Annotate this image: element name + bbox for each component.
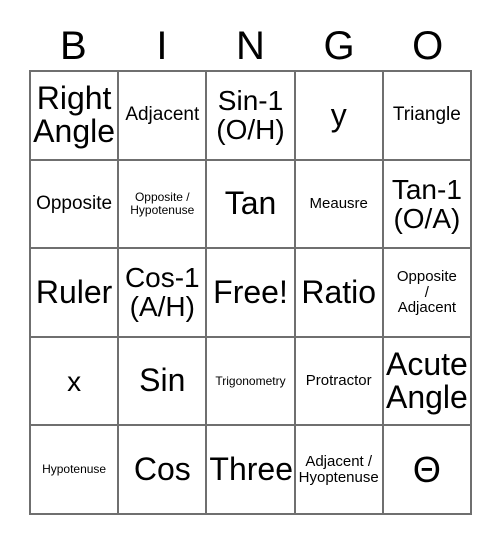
bingo-header-letter-b: B — [59, 24, 87, 68]
bingo-cell[interactable]: Tan-1 (O/A) — [383, 160, 472, 250]
bingo-cell-label: Free! — [213, 273, 288, 310]
bingo-cell[interactable]: Sin — [119, 337, 208, 427]
bingo-cell-label: Meausre — [309, 195, 368, 213]
bingo-cell[interactable]: x — [31, 337, 120, 427]
bingo-cell-label: y — [330, 96, 347, 133]
bingo-header-letter-i: I — [156, 24, 168, 68]
bingo-cell-label: Adjacent — [125, 104, 200, 126]
bingo-header-row: B I N G O — [29, 22, 472, 70]
bingo-cell-label: Sin — [139, 362, 186, 399]
bingo-cell-label: Adjacent / Hyoptenuse — [298, 453, 379, 486]
bingo-cell[interactable]: Cos — [119, 426, 208, 515]
bingo-cell[interactable]: Adjacent — [119, 72, 208, 161]
bingo-header-letter-g: G — [323, 24, 355, 68]
bingo-cell-label: Trigonometry — [215, 373, 286, 388]
bingo-cell[interactable]: Ruler — [31, 249, 120, 338]
bingo-cell-label: Hypotenuse — [42, 462, 107, 477]
bingo-cell[interactable]: Right Angle — [31, 72, 120, 161]
bingo-cell[interactable]: Three — [207, 426, 296, 515]
bingo-cell-label: Three — [209, 451, 293, 488]
bingo-cell[interactable]: Protractor — [295, 337, 384, 427]
bingo-cell[interactable]: Opposite / Hypotenuse — [119, 160, 208, 250]
bingo-cell-label: Triangle — [392, 104, 461, 126]
bingo-cell-free[interactable]: Free! — [207, 249, 296, 338]
bingo-grid: Right Angle Adjacent Sin-1 (O/H) y Trian… — [29, 70, 472, 515]
bingo-cell[interactable]: Acute Angle — [383, 337, 472, 427]
theta-symbol: Θ — [412, 448, 441, 490]
bingo-cell[interactable]: Cos-1 (A/H) — [119, 249, 208, 338]
bingo-cell-theta[interactable]: Θ — [383, 426, 472, 515]
bingo-cell-label: Ruler — [35, 273, 113, 310]
bingo-cell[interactable]: Triangle — [383, 72, 472, 161]
bingo-header-letter-o: O — [412, 24, 444, 68]
bingo-cell[interactable]: Opposite — [31, 160, 120, 250]
bingo-cell[interactable]: Sin-1 (O/H) — [207, 72, 296, 161]
bingo-cell-label: Opposite / Hypotenuse — [130, 190, 195, 217]
bingo-cell-label: Tan-1 (O/A) — [391, 173, 462, 234]
bingo-header-letter-n: N — [236, 24, 265, 68]
bingo-cell-label: Opposite — [36, 193, 113, 215]
bingo-cell[interactable]: Trigonometry — [207, 337, 296, 427]
bingo-cell[interactable]: Tan — [207, 160, 296, 250]
bingo-cell[interactable]: y — [295, 72, 384, 161]
bingo-cell[interactable]: Meausre — [295, 160, 384, 250]
bingo-cell-label: Cos-1 (A/H) — [124, 262, 200, 323]
bingo-cell-label: Cos — [133, 451, 191, 488]
bingo-cell[interactable]: Adjacent / Hyoptenuse — [295, 426, 384, 515]
bingo-cell-label: Tan — [224, 185, 277, 222]
bingo-card: B I N G O Right Angle Adjacent Sin-1 (O/… — [0, 0, 500, 544]
bingo-cell-label: Opposite / Adjacent — [396, 268, 457, 317]
bingo-cell-label: x — [67, 365, 82, 397]
bingo-cell[interactable]: Opposite / Adjacent — [383, 249, 472, 338]
bingo-cell-label: Protractor — [305, 372, 372, 390]
bingo-cell-label: Right Angle — [33, 80, 116, 150]
bingo-cell[interactable]: Ratio — [295, 249, 384, 338]
bingo-cell-label: Ratio — [301, 273, 377, 310]
bingo-cell-label: Sin-1 (O/H) — [216, 85, 285, 146]
bingo-cell-label: Acute Angle — [385, 345, 468, 416]
bingo-cell[interactable]: Hypotenuse — [31, 426, 120, 515]
